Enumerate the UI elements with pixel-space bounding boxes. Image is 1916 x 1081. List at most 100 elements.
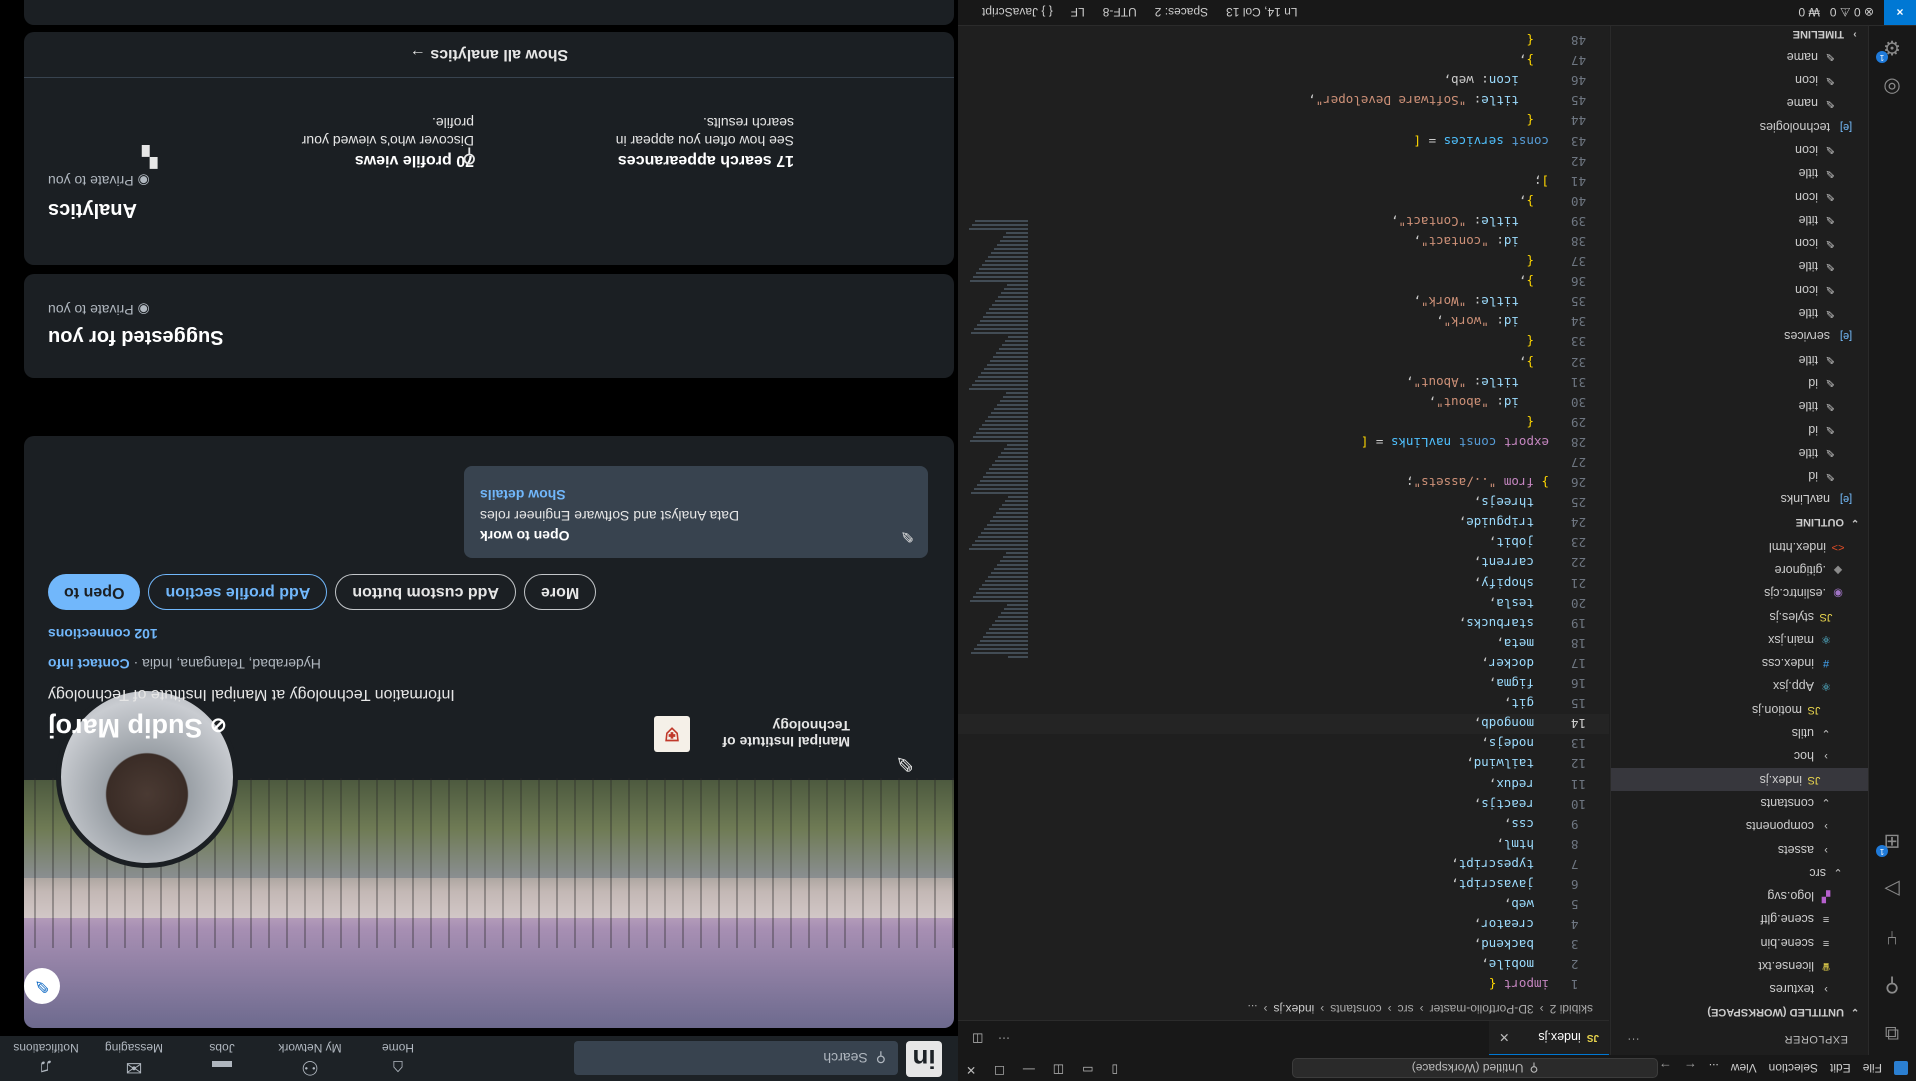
code-line[interactable]: 34 id: "work", [958,312,1609,332]
code-line[interactable]: 12 tailwind, [958,754,1609,774]
nav-my-network[interactable]: ⚇ My Network [270,1041,350,1079]
tree-item[interactable]: ▞ logo.svg [1611,885,1868,908]
close-tab-icon[interactable]: ✕ [1499,1030,1509,1045]
run-debug-icon[interactable]: ▷ [1878,875,1906,903]
outline-item[interactable]: ✎ title [1611,348,1868,371]
ports-status[interactable]: ₩ 0 [1798,6,1819,20]
outline-section-header[interactable]: ⌄ OUTLINE [1611,511,1868,533]
code-line[interactable]: 19 starbucks, [958,613,1609,633]
code-line[interactable]: 8 html, [958,834,1609,854]
minimap[interactable] [968,60,1028,660]
layout-panel-icon[interactable]: ▭ [1082,1063,1093,1077]
settings-gear-icon[interactable]: ⚙ 1 [1876,33,1906,63]
code-line[interactable]: 30 id: "about", [958,392,1609,412]
code-line[interactable]: 11 redux, [958,774,1609,794]
open-to-button[interactable]: Open to [48,574,141,610]
tree-item[interactable]: ⚛ main.jsx [1611,628,1868,651]
tree-item[interactable]: JS index.js [1611,768,1868,792]
code-line[interactable]: 46 icon: web, [958,71,1609,91]
nav-home[interactable]: ⌂ Home [358,1041,438,1079]
nav-notifications[interactable]: ♫ Notifications [6,1041,86,1079]
outline-item[interactable]: ✎ title [1611,395,1868,418]
tree-item[interactable]: JS motion.js [1611,698,1868,721]
tree-item[interactable]: ⌄ src [1611,861,1868,884]
more-actions-icon[interactable]: ··· [998,1032,1010,1046]
code-line[interactable]: 41]; [958,171,1609,191]
tree-item[interactable]: ≡ scene.bin [1611,931,1868,954]
code-line[interactable]: 25 threejs, [958,493,1609,513]
code-line[interactable]: 16 figma, [958,674,1609,694]
code-line[interactable]: 31 title: "About", [958,372,1609,392]
menu-selection[interactable]: Selection [1769,1061,1818,1075]
explorer-icon[interactable]: ⧉ [1878,1019,1906,1047]
code-line[interactable]: 37 { [958,252,1609,272]
search-appearances-item[interactable]: ⚲ 17 search appearances See how often yo… [462,115,794,169]
code-line[interactable]: 17 docker, [958,653,1609,673]
edit-cover-icon[interactable]: ✎ [24,968,60,1004]
code-line[interactable]: 24 tripguide, [958,513,1609,533]
extensions-icon[interactable]: ⊞ 1 [1876,827,1906,857]
code-line[interactable]: 35 title: "Work", [958,292,1609,312]
workspace-section-header[interactable]: ⌄ UNTITLED (WORKSPACE) [1611,1001,1868,1023]
code-line[interactable]: 45 title: "Software Developer", [958,91,1609,111]
breadcrumb-item[interactable]: index.js [1274,1002,1315,1016]
code-line[interactable]: 15 git, [958,694,1609,714]
code-line[interactable]: 2 mobile, [958,955,1609,975]
tree-item[interactable]: › components [1611,815,1868,838]
breadcrumb-item[interactable]: constants [1330,1002,1381,1016]
encoding-status[interactable]: UTF-8 [1103,6,1137,20]
profile-views-item[interactable]: ▚ 70 profile views Discover who's viewed… [142,115,474,169]
code-line[interactable]: 47 }, [958,51,1609,71]
outline-item[interactable]: ✎ id [1611,464,1868,487]
code-line[interactable]: 32 }, [958,352,1609,372]
education-link[interactable]: Manipal Institute of Technology ⛨ [654,716,850,752]
minimize-icon[interactable]: — [1023,1063,1035,1077]
code-line[interactable]: 26} from "../assets"; [958,473,1609,493]
code-line[interactable]: 39 title: "Contact", [958,211,1609,231]
nav-jobs[interactable]: ▬ Jobs [182,1041,262,1079]
add-profile-section-button[interactable]: Add profile section [148,574,328,610]
outline-item[interactable]: ✎ name [1611,92,1868,115]
outline-item[interactable]: ✎ icon [1611,185,1868,208]
code-line[interactable]: 43 const services = [ [958,131,1609,151]
code-line[interactable]: 23 jobit, [958,533,1609,553]
outline-item[interactable]: ✎ id [1611,418,1868,441]
source-control-icon[interactable]: ⑂ [1878,923,1906,951]
forward-arrow-icon[interactable]: → [1659,1061,1672,1076]
code-line[interactable]: 3 backend, [958,935,1609,955]
split-editor-icon[interactable]: ◫ [972,1032,983,1046]
code-line[interactable]: 1 import { [958,975,1609,995]
contact-info-link[interactable]: Contact info [48,656,130,672]
code-line[interactable]: 38 id: "contact", [958,231,1609,251]
outline-group[interactable]: [e] navLinks [1611,488,1868,511]
tree-item[interactable]: ⚛ App.jsx [1611,675,1868,698]
accounts-icon[interactable]: ◎ [1878,73,1906,101]
tree-item[interactable]: › assets [1611,838,1868,861]
close-window-icon[interactable]: ✕ [966,1063,976,1077]
timeline-section-header[interactable]: › TIMELINE [1611,23,1868,45]
tree-item[interactable]: JS styles.js [1611,605,1868,628]
tree-item[interactable]: ⌄ constants [1611,791,1868,814]
breadcrumb-item[interactable]: src [1398,1002,1414,1016]
add-custom-button[interactable]: Add custom button [335,574,516,610]
code-line[interactable]: 21 shopify, [958,573,1609,593]
menu-view[interactable]: View [1731,1061,1757,1075]
tree-item[interactable]: ◉ .eslintrc.cjs [1611,582,1868,605]
outline-item[interactable]: ✎ name [1611,45,1868,68]
edit-intro-icon[interactable]: ✎ [896,750,914,776]
remote-indicator-icon[interactable]: × [1884,0,1916,26]
code-line[interactable]: 40 }, [958,191,1609,211]
tree-item[interactable]: ≡ scene.gltf [1611,908,1868,931]
code-line[interactable]: 28 export const navLinks = [ [958,432,1609,452]
outline-item[interactable]: ✎ title [1611,162,1868,185]
open-to-work-box[interactable]: Open to work Data Analyst and Software E… [464,466,928,558]
menu-edit[interactable]: Edit [1830,1061,1851,1075]
breadcrumb-item[interactable]: ... [1248,1002,1258,1016]
show-all-analytics-link[interactable]: Show all analytics → [24,32,954,78]
code-line[interactable]: 36 }, [958,272,1609,292]
explorer-more-icon[interactable]: ··· [1627,1033,1640,1045]
problems-status[interactable]: ⊗ 0 ⚠ 0 [1830,6,1874,20]
tab-index-js[interactable]: JS index.js ✕ [1489,1021,1609,1055]
code-line[interactable]: 14 mongodb, [958,713,1609,734]
code-line[interactable]: 10 reactjs, [958,794,1609,814]
